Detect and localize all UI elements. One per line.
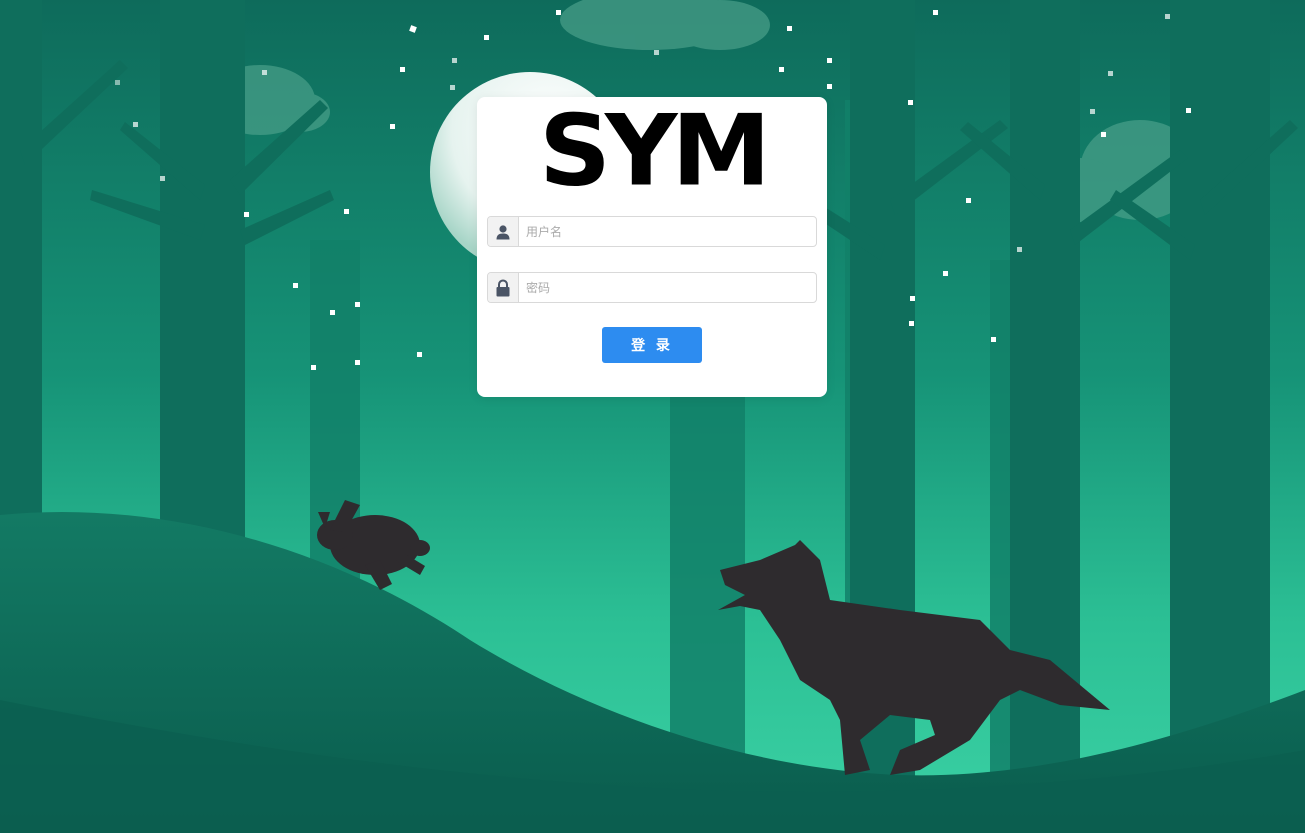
password-input[interactable]	[519, 273, 816, 302]
login-page: SYM 登 录	[0, 0, 1305, 833]
logo: SYM	[539, 93, 771, 208]
lock-icon	[488, 273, 519, 302]
username-input[interactable]	[519, 217, 816, 246]
user-icon	[488, 217, 519, 246]
login-card: SYM 登 录	[477, 97, 827, 397]
password-field-group	[487, 272, 817, 303]
login-button[interactable]: 登 录	[602, 327, 702, 363]
username-field-group	[487, 216, 817, 247]
